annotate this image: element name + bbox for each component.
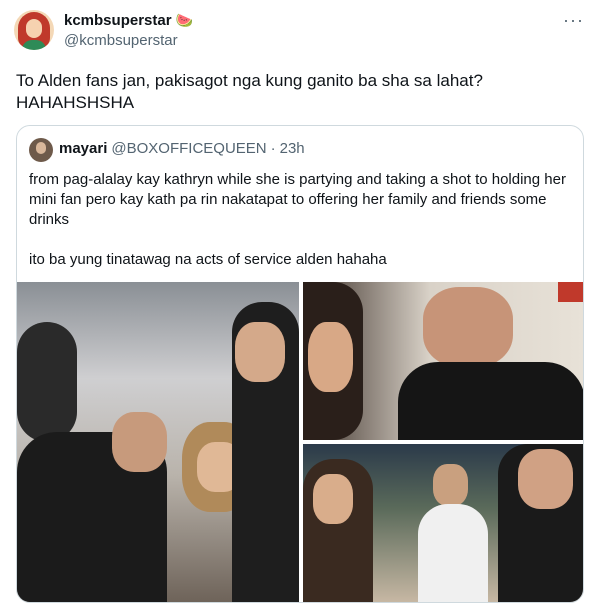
photo-person-face-7 [313,474,353,524]
avatar-shirt [22,40,46,50]
quote-text: from pag-alalay kay kathryn while she is… [29,171,566,268]
quoted-tweet[interactable]: mayari @BOXOFFICEQUEEN · 23h from pag-al… [16,125,584,603]
media-photo-3[interactable] [303,444,583,602]
quote-separator: · [270,140,276,157]
quote-meta: mayari @BOXOFFICEQUEEN · 23h [59,140,305,157]
photo-person-face-8 [433,464,468,506]
tweet[interactable]: kcmbsuperstar 🍉 @kcmbsuperstar ··· To Al… [0,0,600,608]
more-options-icon[interactable]: ··· [563,10,584,31]
photo-person-shirt [398,362,583,440]
author-display-name[interactable]: kcmbsuperstar [64,12,172,29]
media-photo-2[interactable] [303,282,583,440]
media-photo-1[interactable] [17,282,299,602]
quote-avatar-face [36,142,46,154]
author-name-row: kcmbsuperstar 🍉 [64,12,193,29]
tweet-text: To Alden fans jan, pakisagot nga kung ga… [16,71,483,112]
avatar-face [26,19,42,38]
quote-display-name[interactable]: mayari [59,140,107,157]
photo-person-white-shirt [418,504,488,602]
quote-author-avatar[interactable] [29,138,53,162]
photo-person-face-5 [308,322,353,392]
photo-red-sign [558,282,583,302]
photo-person-face-6 [423,287,513,367]
photo-person-left [17,322,77,442]
quote-handle[interactable]: @BOXOFFICEQUEEN [111,140,266,157]
author-handle[interactable]: @kcmbsuperstar [64,32,178,49]
photo-person-face-4 [235,322,285,382]
quote-timestamp[interactable]: 23h [280,140,305,157]
author-avatar[interactable] [14,10,54,50]
quote-media-grid [17,282,583,602]
photo-person-face-2 [112,412,167,472]
photo-person-face-9 [518,449,573,509]
watermelon-emoji-icon: 🍉 [175,12,193,28]
